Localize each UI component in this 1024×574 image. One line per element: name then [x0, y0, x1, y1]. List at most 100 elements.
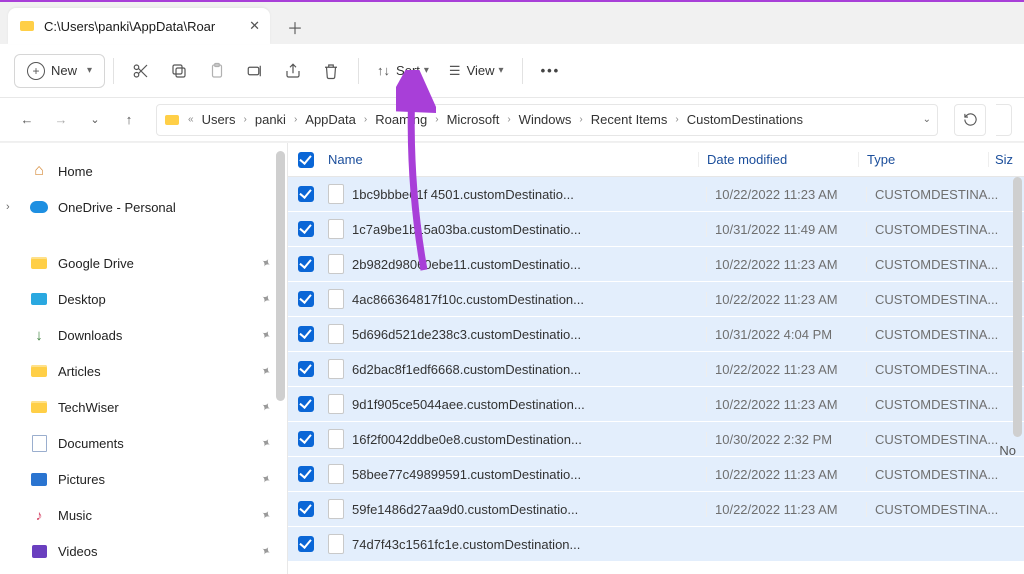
view-button[interactable]: ☰ View ▾	[439, 54, 514, 88]
scrollbar[interactable]	[1013, 177, 1022, 437]
breadcrumb-seg[interactable]: Windows	[515, 112, 576, 127]
trash-icon	[322, 62, 340, 80]
sidebar-item[interactable]: Pictures✦	[8, 461, 279, 497]
cut-button[interactable]	[122, 54, 160, 88]
row-checkbox[interactable]	[298, 291, 314, 307]
file-date: 10/22/2022 11:23 AM	[706, 362, 866, 377]
sidebar-item[interactable]: Desktop✦	[8, 281, 279, 317]
sidebar-item[interactable]: ♪Music✦	[8, 497, 279, 533]
row-checkbox[interactable]	[298, 466, 314, 482]
sidebar-onedrive[interactable]: › OneDrive - Personal	[8, 189, 279, 225]
row-checkbox[interactable]	[298, 256, 314, 272]
tabs-bar: C:\Users\panki\AppData\Roar ✕ ＋	[0, 2, 1024, 44]
close-icon[interactable]: ✕	[249, 18, 260, 34]
pin-icon: ✦	[258, 290, 274, 307]
paste-button[interactable]	[198, 54, 236, 88]
sidebar-item[interactable]: Articles✦	[8, 353, 279, 389]
breadcrumb[interactable]: « Users› panki› AppData› Roaming› Micros…	[156, 104, 938, 136]
table-row[interactable]: 59fe1486d27aa9d0.customDestinatio...10/2…	[288, 492, 1024, 527]
new-tab-button[interactable]: ＋	[278, 10, 312, 44]
column-size[interactable]: Siz	[988, 152, 1016, 167]
up-button[interactable]: ↑	[114, 105, 144, 135]
file-type: CUSTOMDESTINA...	[866, 257, 996, 272]
table-row[interactable]: 4ac866364817f10c.customDestination...10/…	[288, 282, 1024, 317]
breadcrumb-seg[interactable]: Recent Items	[587, 112, 672, 127]
file-name: 6d2bac8f1edf6668.customDestination...	[352, 362, 581, 377]
file-date: 10/31/2022 4:04 PM	[706, 327, 866, 342]
sidebar-item[interactable]: Videos✦	[8, 533, 279, 569]
row-checkbox[interactable]	[298, 361, 314, 377]
onedrive-icon	[30, 198, 48, 216]
pin-icon: ✦	[258, 470, 274, 487]
rename-button[interactable]	[236, 54, 274, 88]
sidebar-item-label: Videos	[58, 544, 98, 559]
file-name: 9d1f905ce5044aee.customDestination...	[352, 397, 585, 412]
delete-button[interactable]	[312, 54, 350, 88]
breadcrumb-seg[interactable]: panki	[251, 112, 290, 127]
select-all-checkbox[interactable]	[298, 152, 314, 168]
folder-icon	[163, 111, 181, 129]
table-row[interactable]: 16f2f0042ddbe0e8.customDestination...10/…	[288, 422, 1024, 457]
forward-button[interactable]: →	[46, 105, 76, 135]
back-button[interactable]: ←	[12, 105, 42, 135]
sidebar-item[interactable]: ↓Downloads✦	[8, 317, 279, 353]
table-row[interactable]: 74d7f43c1561fc1e.customDestination...	[288, 527, 1024, 562]
view-icon: ☰	[449, 63, 461, 79]
overflow-chevron-icon[interactable]: «	[188, 114, 194, 125]
column-type[interactable]: Type	[858, 152, 988, 167]
chevron-down-icon: ▾	[499, 65, 504, 76]
share-button[interactable]	[274, 54, 312, 88]
sidebar-item-label: Google Drive	[58, 256, 134, 271]
breadcrumb-seg[interactable]: Roaming	[371, 112, 431, 127]
row-checkbox[interactable]	[298, 396, 314, 412]
sidebar-item-label: Music	[58, 508, 92, 523]
breadcrumb-seg[interactable]: AppData	[301, 112, 360, 127]
table-row[interactable]: 1c7a9be1b15a03ba.customDestinatio...10/3…	[288, 212, 1024, 247]
breadcrumb-seg[interactable]: CustomDestinations	[683, 112, 807, 127]
pin-icon: ✦	[258, 434, 274, 451]
file-date: 10/22/2022 11:23 AM	[706, 292, 866, 307]
folder-icon	[30, 398, 48, 416]
paste-icon	[208, 62, 226, 80]
breadcrumb-seg[interactable]: Users	[198, 112, 240, 127]
table-row[interactable]: 2b982d98060ebe11.customDestinatio...10/2…	[288, 247, 1024, 282]
file-icon	[328, 184, 344, 204]
row-checkbox[interactable]	[298, 501, 314, 517]
row-checkbox[interactable]	[298, 326, 314, 342]
file-icon	[328, 464, 344, 484]
new-button[interactable]: + New ▾	[14, 54, 105, 88]
refresh-button[interactable]	[954, 104, 986, 136]
column-name[interactable]: Name	[324, 152, 698, 167]
table-row[interactable]: 5d696d521de238c3.customDestinatio...10/3…	[288, 317, 1024, 352]
row-checkbox[interactable]	[298, 221, 314, 237]
pin-icon: ✦	[258, 506, 274, 523]
table-row[interactable]: 9d1f905ce5044aee.customDestination...10/…	[288, 387, 1024, 422]
recent-button[interactable]: ⌄	[80, 105, 110, 135]
row-checkbox[interactable]	[298, 431, 314, 447]
chevron-down-icon: ▾	[87, 65, 92, 76]
sidebar-item[interactable]: Google Drive✦	[8, 245, 279, 281]
table-row[interactable]: 58bee77c49899591.customDestinatio...10/2…	[288, 457, 1024, 492]
more-button[interactable]: •••	[531, 54, 571, 88]
row-checkbox[interactable]	[298, 536, 314, 552]
chevron-right-icon[interactable]: ›	[6, 201, 10, 213]
folder-icon	[30, 362, 48, 380]
refresh-icon	[963, 112, 978, 127]
sidebar-home[interactable]: ⌂ Home	[8, 153, 279, 189]
sort-button[interactable]: ↑↓ Sort ▾	[367, 54, 439, 88]
breadcrumb-seg[interactable]: Microsoft	[443, 112, 504, 127]
tab-current[interactable]: C:\Users\panki\AppData\Roar ✕	[8, 8, 270, 44]
column-date[interactable]: Date modified	[698, 152, 858, 167]
file-type: CUSTOMDESTINA...	[866, 467, 996, 482]
scrollbar[interactable]	[276, 151, 285, 401]
search-box-edge[interactable]	[996, 104, 1012, 136]
copy-button[interactable]	[160, 54, 198, 88]
ellipsis-icon: •••	[541, 63, 561, 78]
sidebar-item[interactable]: TechWiser✦	[8, 389, 279, 425]
table-row[interactable]: 1bc9bbbe61f 4501.customDestinatio...10/2…	[288, 177, 1024, 212]
row-checkbox[interactable]	[298, 186, 314, 202]
view-label: View	[467, 63, 495, 78]
table-row[interactable]: 6d2bac8f1edf6668.customDestination... 10/…	[288, 352, 1024, 387]
chevron-down-icon[interactable]: ⌄	[923, 114, 931, 125]
sidebar-item[interactable]: Documents✦	[8, 425, 279, 461]
